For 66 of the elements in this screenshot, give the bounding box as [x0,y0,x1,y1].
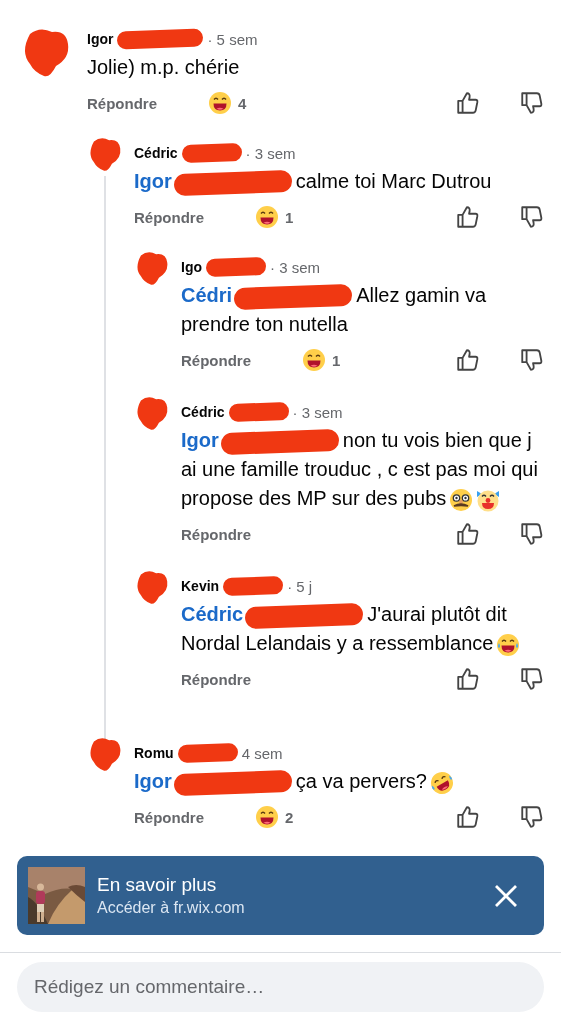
redaction-mark [205,256,267,278]
thumbs-down-icon[interactable] [519,204,545,230]
disguise-face-icon [449,487,474,512]
reaction-count: 1 [285,208,294,226]
reply-link[interactable]: Répondre [87,94,208,112]
thumbs-up-icon[interactable] [455,804,481,830]
thumbs-down-icon[interactable] [519,666,545,692]
redaction-mark [228,401,289,423]
comment-text: Cédri Allez gamin va prendre ton nutella [181,282,488,337]
comment-time: 4 sem [241,744,283,762]
comment-input[interactable]: Rédigez un commentaire… [17,962,544,1012]
redaction-mark [134,395,170,431]
redaction-mark [177,742,238,764]
thumbs-up-icon[interactable] [455,347,481,373]
author-name[interactable]: Cédric [134,145,178,161]
thumbs-down-icon[interactable] [519,521,545,547]
mention-link[interactable]: Igor [181,429,219,451]
banner-title: En savoir plus [97,874,218,896]
reply-link[interactable]: Répondre [134,808,255,826]
reaction-count: 1 [332,351,341,369]
author-name[interactable]: Romu [134,745,174,761]
comment-text: Igor ça va pervers? [134,767,545,796]
reply-link[interactable]: Répondre [134,208,255,226]
thumbs-down-icon[interactable] [519,90,545,116]
reply-link[interactable]: Répondre [181,351,302,369]
thumbs-up-icon[interactable] [455,521,481,547]
comment-time: · 5 j [287,577,313,595]
thumbs-down-icon[interactable] [519,347,545,373]
laughing-face-icon [302,348,326,372]
rolling-laughing-icon [429,770,454,795]
redaction-mark [87,136,123,172]
redaction-mark [222,575,284,597]
comment-time: · 5 sem [207,30,258,48]
comment-text: Cédric J'aurai plutôt dit Nordal Lelandais y a ressemblance [181,600,545,658]
laughing-face-icon [255,205,279,229]
redaction-mark [181,142,242,164]
comment-text: Igor calme toi Marc Dutrou [134,167,545,196]
comment-text: Igor non tu vois bien que j ai une famille trouduc , c est pas moi qui propose des MP sur des pubs [181,426,545,513]
mention-link[interactable]: Igor [134,170,172,192]
thumbs-down-icon[interactable] [519,804,545,830]
reply-link[interactable]: Répondre [181,670,302,688]
comment-time: · 3 sem [292,403,343,421]
redaction-mark [134,569,170,605]
mention-link[interactable]: Cédric [181,603,244,625]
banner-link[interactable]: Accéder à fr.wix.com [97,899,488,917]
comment-text: Jolie) m.p. chérie [87,55,241,80]
redaction-mark [134,250,170,286]
laughing-face-icon [255,805,279,829]
thumbs-up-icon[interactable] [455,204,481,230]
author-name[interactable]: Igo [181,259,202,275]
thumbs-up-icon[interactable] [455,666,481,692]
thumbs-up-icon[interactable] [455,90,481,116]
author-name[interactable]: Cédric [181,404,225,420]
author-name[interactable]: Igor [87,31,114,47]
reaction-count: 4 [238,94,247,112]
mention-link[interactable]: Cédri [181,284,233,306]
author-name[interactable]: Kevin [181,578,220,594]
reaction-count: 2 [285,808,294,826]
laughing-face-icon [208,91,232,115]
comment-time: · 3 sem [245,144,296,162]
redaction-mark [87,736,123,772]
mention-link[interactable]: Igor [134,770,172,792]
ad-banner[interactable]: En savoir plus Accéder à fr.wix.com [17,856,544,935]
tears-of-joy-icon [496,632,521,657]
comment-time: · 3 sem [270,258,320,276]
reply-link[interactable]: Répondre [181,525,302,543]
